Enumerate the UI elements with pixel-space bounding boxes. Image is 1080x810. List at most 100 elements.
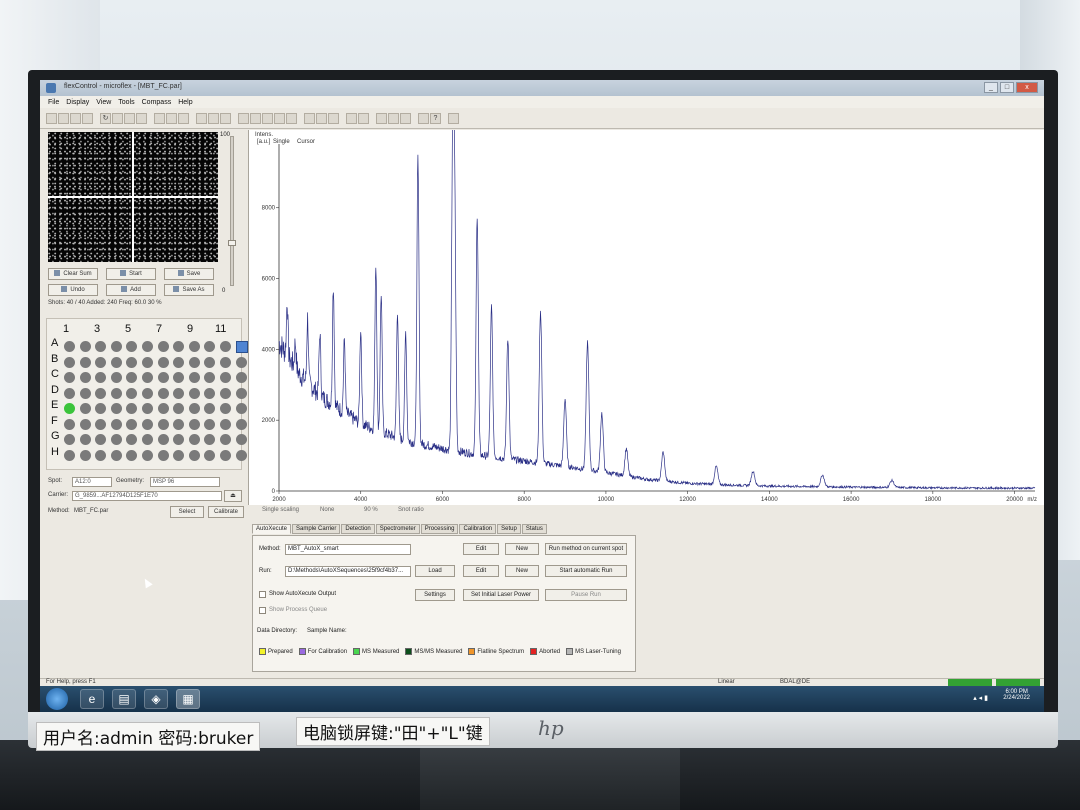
plate-well-b12[interactable] bbox=[235, 356, 247, 368]
peak-icon[interactable] bbox=[196, 113, 207, 124]
plate-well-c6[interactable] bbox=[142, 372, 153, 383]
scale-option-snot[interactable]: Snot ratio bbox=[398, 507, 424, 513]
spectrum-panel[interactable]: Intens. [a.u.] Single Cursor 0 2000 4000 60… bbox=[248, 130, 1044, 505]
tab-calibration[interactable]: Calibration bbox=[459, 524, 497, 534]
peak-list-icon[interactable] bbox=[220, 113, 231, 124]
plate-well-f9[interactable] bbox=[188, 418, 200, 430]
new-run-button[interactable]: New bbox=[505, 565, 539, 577]
view-4-icon[interactable] bbox=[274, 113, 285, 124]
plate-well-a10[interactable] bbox=[204, 341, 216, 352]
menu-tools[interactable]: Tools bbox=[118, 99, 134, 106]
close-button[interactable]: x bbox=[1016, 82, 1038, 93]
plate-well-c4[interactable] bbox=[110, 372, 122, 383]
plate-well-a8[interactable] bbox=[173, 341, 185, 352]
plate-well-c1[interactable] bbox=[64, 372, 75, 383]
show-queue-checkbox[interactable] bbox=[259, 607, 266, 614]
tab-sample-carrier[interactable]: Sample Carrier bbox=[292, 524, 341, 534]
peak-label-icon[interactable] bbox=[208, 113, 219, 124]
laser-icon[interactable] bbox=[304, 113, 315, 124]
plate-well-h10[interactable] bbox=[204, 449, 216, 461]
plate-well-b5[interactable] bbox=[126, 356, 138, 368]
geometry-field[interactable]: MSP 96 bbox=[150, 477, 220, 487]
plate-well-b8[interactable] bbox=[173, 356, 185, 368]
laser-slider[interactable] bbox=[230, 136, 234, 286]
plate-well-g9[interactable] bbox=[188, 434, 200, 445]
undo-button[interactable]: Undo bbox=[48, 284, 98, 296]
plate-well-g6[interactable] bbox=[142, 434, 153, 445]
tab-autoxecute[interactable]: AutoXecute bbox=[252, 524, 292, 534]
plate-well-f6[interactable] bbox=[142, 418, 153, 430]
plate-well-e1[interactable] bbox=[64, 403, 75, 414]
tab-status[interactable]: Status bbox=[521, 524, 547, 534]
maximize-button[interactable]: □ bbox=[1000, 82, 1014, 93]
freq-value[interactable]: 60.0 bbox=[135, 300, 147, 306]
plate-well-c12[interactable] bbox=[235, 372, 247, 383]
plate-well-b10[interactable] bbox=[204, 356, 216, 368]
plate-well-e4[interactable] bbox=[110, 403, 122, 414]
menu-display[interactable]: Display bbox=[66, 99, 89, 106]
plate-well-c2[interactable] bbox=[79, 372, 91, 383]
search-icon[interactable] bbox=[376, 113, 387, 124]
plate-well-a6[interactable] bbox=[142, 341, 153, 352]
plate-well-c9[interactable] bbox=[188, 372, 200, 383]
open-icon[interactable] bbox=[46, 113, 57, 124]
plate-well-d3[interactable] bbox=[95, 387, 107, 399]
zoom-x-icon[interactable] bbox=[166, 113, 177, 124]
plate-well-c7[interactable] bbox=[157, 372, 169, 383]
plate-well-h7[interactable] bbox=[157, 449, 169, 461]
plate-well-d10[interactable] bbox=[204, 387, 216, 399]
set-laser-power-button[interactable]: Set Initial Laser Power bbox=[463, 589, 539, 601]
plate-well-a4[interactable] bbox=[110, 341, 122, 352]
pause-run-button[interactable]: Pause Run bbox=[545, 589, 627, 601]
plate-well-b7[interactable] bbox=[157, 356, 169, 368]
plate-well-h11[interactable] bbox=[220, 449, 231, 461]
minimize-button[interactable]: _ bbox=[984, 82, 998, 93]
plate-well-a1[interactable] bbox=[64, 341, 75, 352]
plate-well-a5[interactable] bbox=[126, 341, 138, 352]
edit-run-button[interactable]: Edit bbox=[463, 565, 499, 577]
plate-well-g10[interactable] bbox=[204, 434, 216, 445]
load-button[interactable]: Load bbox=[415, 565, 455, 577]
plate-well-g12[interactable] bbox=[235, 434, 247, 445]
plate-well-h3[interactable] bbox=[95, 449, 107, 461]
record-icon[interactable] bbox=[136, 113, 147, 124]
plate-well-f1[interactable] bbox=[64, 418, 75, 430]
shots-total[interactable]: 40 bbox=[78, 300, 85, 306]
save-all-icon[interactable] bbox=[70, 113, 81, 124]
flexcontrol-task-icon[interactable]: ▦ bbox=[176, 689, 200, 709]
plate-well-h6[interactable] bbox=[142, 449, 153, 461]
context-help-icon[interactable] bbox=[448, 113, 459, 124]
eject-button[interactable]: ⏏ bbox=[224, 490, 242, 502]
plate-well-g4[interactable] bbox=[110, 434, 122, 445]
plate-well-g1[interactable] bbox=[64, 434, 75, 445]
plate-well-f12[interactable] bbox=[235, 418, 247, 430]
plate-well-g11[interactable] bbox=[220, 434, 231, 445]
zoom-icon[interactable] bbox=[154, 113, 165, 124]
plate-well-c11[interactable] bbox=[220, 372, 231, 383]
refresh-icon[interactable]: ↻ bbox=[100, 113, 111, 124]
plate-well-a11[interactable] bbox=[220, 341, 231, 352]
show-output-checkbox[interactable] bbox=[259, 591, 266, 598]
plate-well-d7[interactable] bbox=[157, 387, 169, 399]
plate-well-b6[interactable] bbox=[142, 356, 153, 368]
search-prev-icon[interactable] bbox=[400, 113, 411, 124]
network-app-icon[interactable]: ◈ bbox=[144, 689, 168, 709]
plate-well-d1[interactable] bbox=[64, 387, 75, 399]
plate-well-g5[interactable] bbox=[126, 434, 138, 445]
plate-well-a9[interactable] bbox=[188, 341, 200, 352]
tab-setup[interactable]: Setup bbox=[497, 524, 521, 534]
window-icon[interactable] bbox=[346, 113, 357, 124]
scale-option-90[interactable]: 90 % bbox=[364, 507, 378, 513]
start-button[interactable]: Start bbox=[106, 268, 156, 280]
view-3-icon[interactable] bbox=[262, 113, 273, 124]
plate-well-c8[interactable] bbox=[173, 372, 185, 383]
plate-well-e2[interactable] bbox=[79, 403, 91, 414]
target-icon[interactable] bbox=[316, 113, 327, 124]
edit-method-button[interactable]: Edit bbox=[463, 543, 499, 555]
plate-well-b2[interactable] bbox=[79, 356, 91, 368]
plate-well-b9[interactable] bbox=[188, 356, 200, 368]
ie-icon[interactable]: e bbox=[80, 689, 104, 709]
help-icon[interactable]: ? bbox=[430, 113, 441, 124]
plate-well-b1[interactable] bbox=[64, 356, 75, 368]
calibrate-button[interactable]: Calibrate bbox=[208, 506, 244, 518]
